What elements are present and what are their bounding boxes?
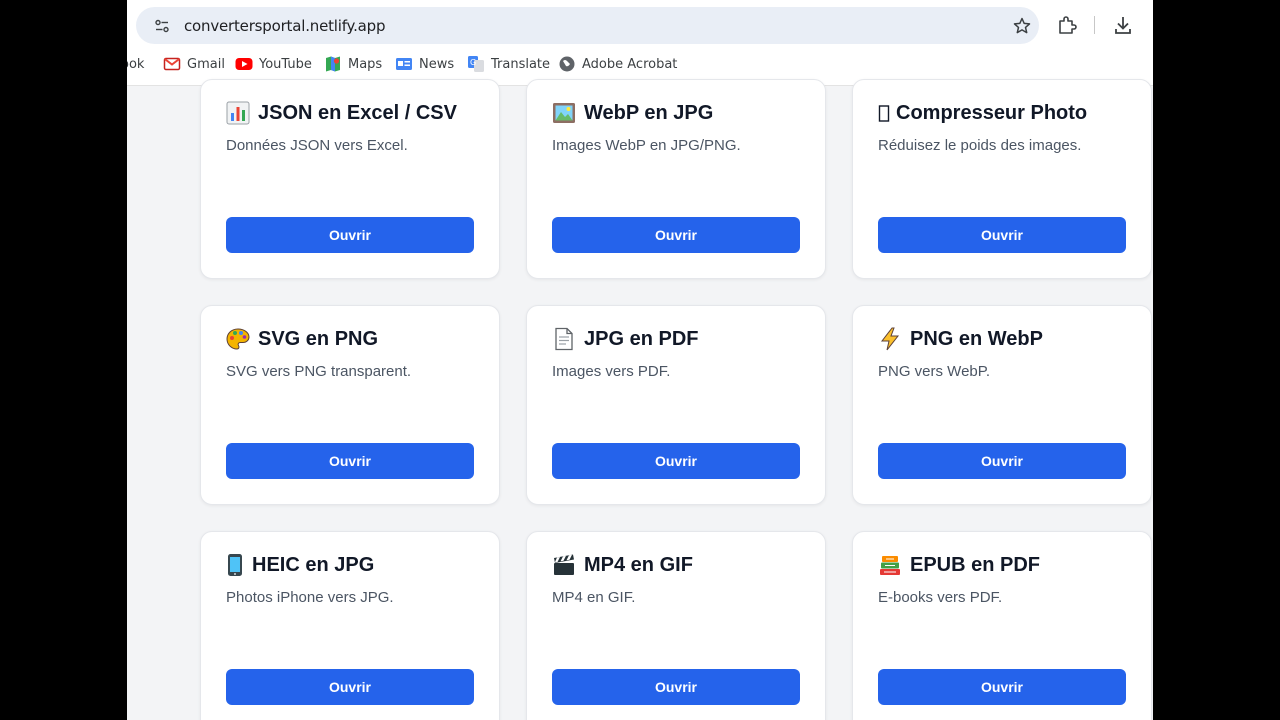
bookmark-youtube[interactable]: YouTube (235, 52, 312, 76)
card-title: SVG en PNG (226, 327, 378, 351)
bookmark-facebook[interactable]: ook (127, 52, 144, 76)
open-button[interactable]: Ouvrir (226, 669, 474, 705)
lightning-icon (880, 327, 900, 351)
card-title: Compresseur Photo (878, 101, 1087, 125)
card-title: JPG en PDF (552, 327, 698, 351)
extensions-icon[interactable] (1056, 14, 1078, 36)
open-button[interactable]: Ouvrir (552, 443, 800, 479)
card-title: WebP en JPG (552, 101, 713, 125)
card-title-text: JPG en PDF (584, 327, 699, 350)
svg-text:G: G (470, 58, 476, 67)
clapper-icon (554, 554, 574, 575)
card-title: EPUB en PDF (878, 553, 1040, 577)
open-button[interactable]: Ouvrir (226, 217, 474, 253)
card-title-text: WebP en JPG (584, 101, 714, 124)
open-button[interactable]: Ouvrir (552, 669, 800, 705)
card-description: PNG vers WebP. (878, 363, 990, 380)
globe-icon (559, 56, 575, 72)
palette-icon (226, 328, 250, 350)
tool-card-mp4-gif: MP4 en GIF MP4 en GIF. Ouvrir (526, 531, 826, 720)
phone-icon (228, 554, 242, 576)
browser-window: convertersportal.netlify.app ook Gma (127, 0, 1153, 720)
card-description: MP4 en GIF. (552, 589, 636, 606)
picture-icon (553, 103, 575, 123)
card-title-text: EPUB en PDF (910, 553, 1041, 576)
tool-card-compresseur-photo: Compresseur Photo Réduisez le poids des … (852, 79, 1152, 279)
card-title-text: Compresseur Photo (896, 101, 1088, 124)
missing-glyph-icon (878, 105, 890, 122)
bookmark-label: News (419, 56, 455, 72)
translate-icon: G (468, 56, 484, 72)
card-title-text: MP4 en GIF (584, 553, 693, 576)
tool-card-heic-jpg: HEIC en JPG Photos iPhone vers JPG. Ouvr… (200, 531, 500, 720)
bookmark-maps[interactable]: Maps (324, 52, 382, 76)
browser-toolbar: convertersportal.netlify.app ook Gma (127, 0, 1153, 86)
gmail-icon (163, 57, 181, 71)
bookmark-label: Maps (348, 56, 383, 72)
card-description: Images WebP en JPG/PNG. (552, 137, 741, 154)
bookmark-label: ook (127, 56, 145, 72)
card-title: HEIC en JPG (226, 553, 374, 577)
bar-chart-icon (226, 101, 250, 125)
card-description: E-books vers PDF. (878, 589, 1003, 606)
card-description: SVG vers PNG transparent. (226, 363, 412, 380)
open-button[interactable]: Ouvrir (878, 217, 1126, 253)
card-title: PNG en WebP (878, 327, 1043, 351)
tool-card-webp-jpg: WebP en JPG Images WebP en JPG/PNG. Ouvr… (526, 79, 826, 279)
bookmark-news[interactable]: News (395, 52, 454, 76)
toolbar-divider (1094, 16, 1095, 34)
site-info-icon[interactable] (154, 18, 170, 34)
news-icon (396, 58, 412, 70)
document-icon (555, 327, 573, 351)
card-title-text: PNG en WebP (910, 327, 1043, 350)
bookmark-adobe-acrobat[interactable]: Adobe Acrobat (558, 52, 677, 76)
card-title: JSON en Excel / CSV (226, 101, 457, 125)
bookmark-star-icon[interactable] (1012, 16, 1032, 36)
bookmark-label: YouTube (259, 56, 312, 72)
books-icon (880, 556, 900, 575)
card-description: Images vers PDF. (552, 363, 671, 380)
bookmark-label: Gmail (187, 56, 225, 72)
bookmark-gmail[interactable]: Gmail (163, 52, 225, 76)
open-button[interactable]: Ouvrir (878, 669, 1126, 705)
card-title-text: JSON en Excel / CSV (258, 101, 457, 124)
card-description: Données JSON vers Excel. (226, 137, 408, 154)
card-title-text: SVG en PNG (258, 327, 379, 350)
card-title-text: HEIC en JPG (252, 553, 375, 576)
bookmark-label: Translate (491, 56, 551, 72)
tool-card-svg-png: SVG en PNG SVG vers PNG transparent. Ouv… (200, 305, 500, 505)
card-description: Réduisez le poids des images. (878, 137, 1082, 154)
open-button[interactable]: Ouvrir (878, 443, 1126, 479)
download-icon[interactable] (1112, 14, 1134, 36)
card-description: Photos iPhone vers JPG. (226, 589, 394, 606)
bookmark-label: Adobe Acrobat (582, 56, 678, 72)
tool-card-epub-pdf: EPUB en PDF E-books vers PDF. Ouvrir (852, 531, 1152, 720)
tool-card-png-webp: PNG en WebP PNG vers WebP. Ouvrir (852, 305, 1152, 505)
tool-card-jpg-pdf: JPG en PDF Images vers PDF. Ouvrir (526, 305, 826, 505)
maps-icon (326, 56, 340, 72)
bookmarks-bar: ook Gmail YouTube (127, 52, 1153, 76)
card-title: MP4 en GIF (552, 553, 693, 577)
bookmark-translate[interactable]: G Translate (467, 52, 550, 76)
tool-card-json-excel: JSON en Excel / CSV Données JSON vers Ex… (200, 79, 500, 279)
address-bar[interactable]: convertersportal.netlify.app (136, 7, 1039, 44)
open-button[interactable]: Ouvrir (226, 443, 474, 479)
open-button[interactable]: Ouvrir (552, 217, 800, 253)
url-text[interactable]: convertersportal.netlify.app (184, 17, 385, 35)
youtube-icon (235, 58, 253, 70)
